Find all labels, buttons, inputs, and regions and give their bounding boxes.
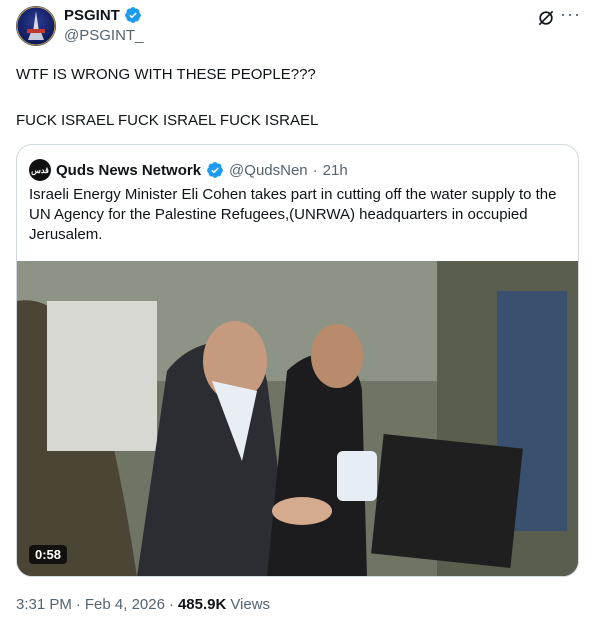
quote-author-avatar[interactable]: قدس — [29, 159, 51, 181]
author-avatar[interactable] — [16, 6, 56, 46]
quote-author-name[interactable]: Quds News Network — [56, 162, 201, 179]
tweet-text-line-1: WTF IS WRONG WITH THESE PEOPLE??? — [16, 66, 316, 83]
quoted-tweet-card[interactable]: قدس Quds News Network @QudsNen · 21h Isr… — [16, 144, 579, 577]
quote-text: Israeli Energy Minister Eli Cohen takes … — [29, 186, 557, 243]
eiffel-tower-logo — [16, 6, 56, 46]
views-count: 485.9K — [177, 596, 227, 613]
separator-dot: · — [168, 596, 174, 613]
video-thumbnail — [17, 261, 578, 576]
more-options-icon[interactable]: ··· — [560, 4, 581, 25]
verified-badge-icon[interactable] — [206, 161, 224, 179]
post-date[interactable]: Feb 4, 2026 — [85, 596, 165, 613]
quote-timestamp[interactable]: 21h — [323, 162, 348, 179]
post-metadata: 3:31 PM · Feb 4, 2026 · 485.9K Views — [16, 596, 270, 613]
post-time[interactable]: 3:31 PM — [16, 596, 72, 613]
quote-author-handle[interactable]: @QudsNen — [229, 162, 308, 179]
video-duration-badge: 0:58 — [29, 545, 68, 564]
separator-dot: · — [312, 161, 318, 179]
tweet-text-line-2: FUCK ISRAEL FUCK ISRAEL FUCK ISRAEL — [16, 112, 319, 129]
grok-icon[interactable] — [536, 8, 556, 28]
separator-dot: · — [75, 596, 81, 613]
author-display-name[interactable]: PSGINT — [64, 7, 120, 24]
video-player[interactable]: 0:58 — [17, 261, 578, 576]
verified-badge-icon[interactable] — [124, 6, 142, 24]
views-label: Views — [230, 596, 271, 613]
author-handle[interactable]: @PSGINT_ — [64, 27, 143, 44]
